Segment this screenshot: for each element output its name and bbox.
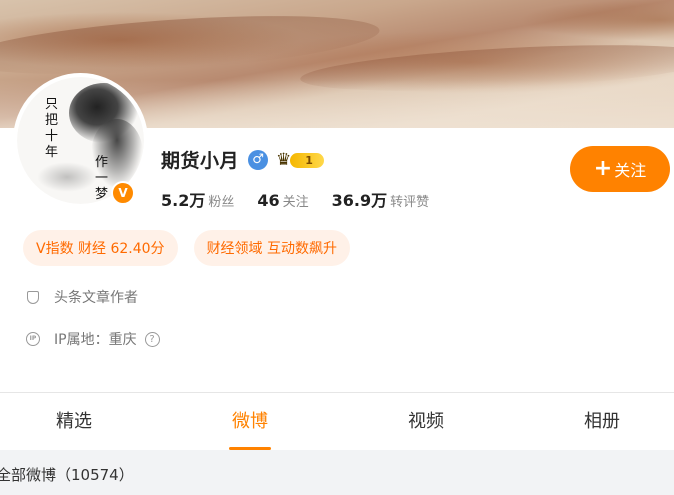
crown-icon: ♛: [276, 149, 292, 170]
stat-number: 46: [257, 191, 280, 210]
feed-header: 全部微博（10574）: [0, 450, 674, 495]
follow-button-label: 关注: [614, 161, 647, 180]
profile-tabs: 精选 微博 视频 相册: [0, 393, 674, 450]
tab-label: 精选: [56, 411, 92, 432]
tag-v-index[interactable]: V指数 财经 62.40分: [23, 230, 178, 266]
vip-level-badge[interactable]: ♛ 1: [276, 149, 325, 170]
stat-label: 关注: [282, 195, 309, 210]
stat-label: 粉丝: [208, 195, 235, 210]
tab-label: 微博: [232, 411, 268, 432]
ip-location-icon: IP: [26, 332, 40, 346]
plus-icon: +: [593, 156, 613, 181]
avatar-calligraphy: 只把十年: [45, 97, 59, 160]
feed-header-label[interactable]: 全部微博（10574）: [0, 464, 134, 485]
stat-number: 36.9万: [331, 191, 388, 210]
stat-fans[interactable]: 5.2万 粉丝: [161, 187, 234, 211]
profile-name: 期货小月: [161, 150, 240, 172]
avatar-ink-smoke: [37, 162, 97, 192]
stat-number: 5.2万: [161, 191, 206, 210]
profile-tags: V指数 财经 62.40分 财经领域 互动数飙升: [23, 230, 366, 266]
info-role: 头条文章作者: [26, 287, 138, 307]
follow-button[interactable]: + 关注: [570, 146, 670, 192]
help-icon[interactable]: ?: [144, 331, 160, 347]
tab-album[interactable]: 相册: [552, 393, 652, 450]
tab-label: 视频: [408, 411, 444, 432]
info-ip-location: IP IP属地：重庆 ?: [26, 329, 160, 349]
male-gender-icon: ♂: [248, 149, 269, 170]
tab-featured[interactable]: 精选: [24, 393, 124, 450]
info-ip-text: IP属地：重庆: [54, 332, 137, 348]
profile-name-row: 期货小月 ♂ ♛ 1: [161, 146, 325, 173]
verified-v-icon: V: [111, 181, 135, 205]
profile-stats: 5.2万 粉丝 46 关注 36.9万 转评赞: [161, 187, 452, 211]
tab-videos[interactable]: 视频: [376, 393, 476, 450]
tag-field-trend[interactable]: 财经领域 互动数飙升: [193, 230, 351, 266]
shield-icon: [26, 290, 40, 304]
stat-reposts-likes: 36.9万 转评赞: [332, 187, 430, 211]
stat-label: 转评赞: [390, 195, 430, 210]
tab-weibo[interactable]: 微博: [200, 393, 300, 450]
info-role-text: 头条文章作者: [54, 290, 138, 306]
vip-level-number: 1: [305, 153, 313, 167]
stat-following[interactable]: 46 关注: [257, 191, 308, 210]
tab-label: 相册: [584, 411, 620, 432]
avatar-calligraphy: 作一梦: [95, 155, 109, 202]
